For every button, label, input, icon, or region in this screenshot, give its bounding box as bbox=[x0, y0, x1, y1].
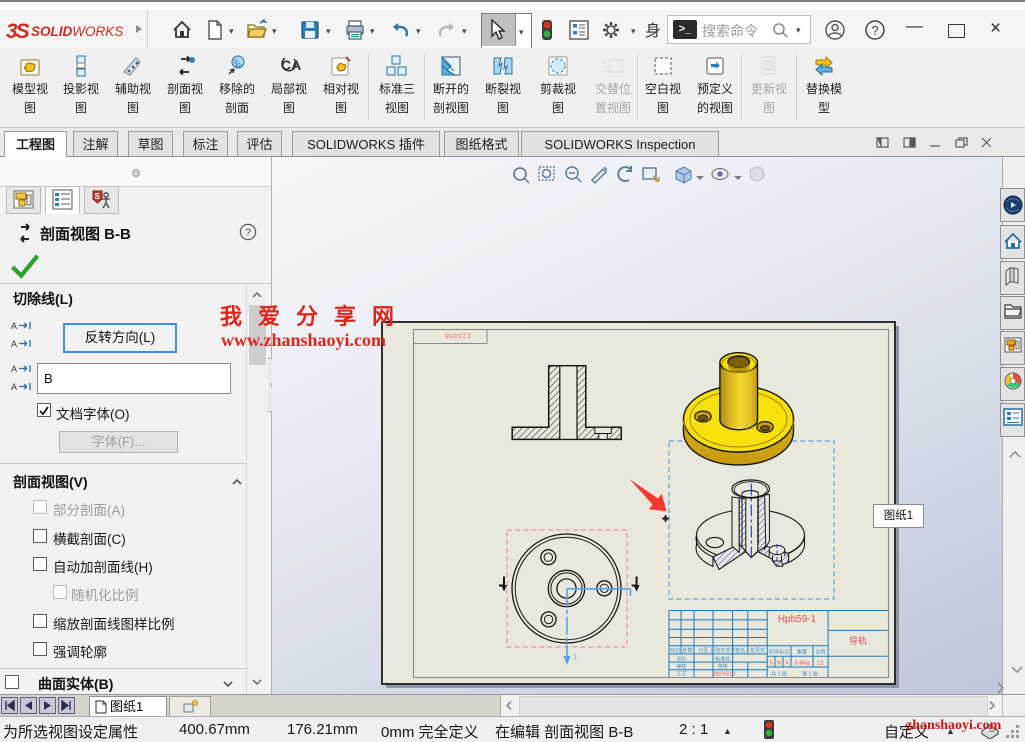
svg-text:重量: 重量 bbox=[797, 649, 807, 656]
svg-text:分区: 分区 bbox=[698, 647, 708, 654]
svg-text:比例: 比例 bbox=[815, 649, 825, 656]
svg-text:W: W bbox=[777, 661, 782, 667]
svg-text:A: A bbox=[11, 321, 17, 331]
svg-text:0.45kg: 0.45kg bbox=[794, 661, 809, 667]
svg-text:A: A bbox=[11, 364, 17, 374]
svg-text:?: ? bbox=[245, 227, 251, 239]
svg-text:第 1 张: 第 1 张 bbox=[802, 671, 818, 678]
svg-text:SOLIDWORKS: SOLIDWORKS bbox=[31, 24, 123, 39]
svg-text:A: A bbox=[11, 339, 17, 349]
svg-text:处数: 处数 bbox=[682, 647, 692, 654]
svg-text:签名: 签名 bbox=[735, 647, 745, 654]
svg-text:校核: 校核 bbox=[718, 663, 728, 670]
svg-text:标准化: 标准化 bbox=[715, 655, 730, 662]
svg-text:共 1 张: 共 1 张 bbox=[771, 671, 787, 678]
svg-text:Hpb59-1: Hpb59-1 bbox=[778, 614, 817, 625]
svg-text:导轨: 导轨 bbox=[849, 635, 867, 646]
svg-text:工艺: 工艺 bbox=[676, 672, 686, 678]
svg-text:A: A bbox=[11, 382, 17, 392]
svg-text:3S: 3S bbox=[6, 20, 30, 42]
svg-text:S: S bbox=[95, 192, 101, 201]
svg-text:1-1: 1-1 bbox=[745, 425, 754, 431]
svg-text:?: ? bbox=[871, 23, 878, 38]
svg-text:身: 身 bbox=[645, 22, 661, 40]
svg-text:2:1: 2:1 bbox=[817, 661, 824, 667]
svg-text:设计: 设计 bbox=[676, 655, 686, 662]
svg-text:1: 1 bbox=[573, 653, 578, 662]
svg-text:年月日: 年月日 bbox=[750, 647, 765, 654]
svg-text:标记: 标记 bbox=[670, 647, 680, 654]
svg-text:审核: 审核 bbox=[676, 663, 686, 670]
svg-text:阶段标记: 阶段标记 bbox=[769, 649, 789, 656]
svg-text:更改文件号: 更改文件号 bbox=[710, 647, 735, 654]
svg-text:2007/5/13: 2007/5/13 bbox=[713, 672, 735, 678]
